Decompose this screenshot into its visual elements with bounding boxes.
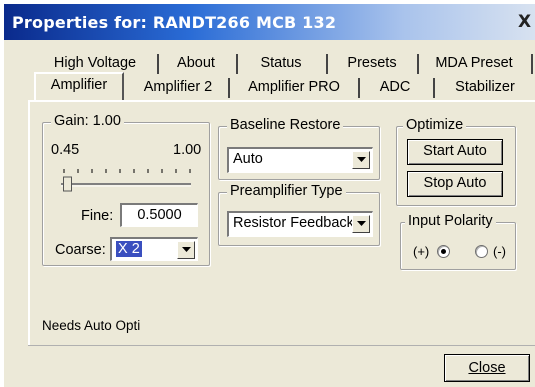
start-auto-button[interactable]: Start Auto (407, 139, 503, 165)
gain-slider[interactable] (57, 169, 197, 193)
close-button-label: Close (468, 360, 506, 376)
tab-amplifier-active[interactable]: Amplifier (34, 72, 124, 100)
tab-amplifier-pro[interactable]: Amplifier PRO (234, 76, 354, 100)
baseline-restore-value: Auto (233, 151, 263, 167)
preamplifier-type-value: Resistor Feedback (233, 215, 354, 231)
baseline-restore-select[interactable]: Auto (227, 147, 373, 173)
coarse-selected-value: X 2 (116, 241, 142, 257)
negative-polarity-label: (-) (493, 244, 506, 259)
baseline-restore-legend: Baseline Restore (227, 116, 344, 134)
optimize-group: Optimize Start Auto Stop Auto (396, 116, 516, 206)
baseline-restore-group: Baseline Restore Auto (218, 116, 380, 180)
chevron-down-icon (182, 247, 191, 252)
chevron-down-icon (357, 221, 366, 226)
window-title: Properties for: RANDT266 MCB 132 (12, 13, 337, 32)
fine-input[interactable]: 0.5000 (120, 203, 198, 227)
positive-polarity-label: (+) (413, 244, 430, 259)
properties-dialog: Properties for: RANDT266 MCB 132 X High … (3, 3, 535, 387)
tab-divider (157, 54, 159, 74)
tab-mda-preset[interactable]: MDA Preset (422, 52, 526, 76)
close-window-icon[interactable]: X (518, 12, 535, 32)
coarse-select[interactable]: X 2 (110, 237, 198, 261)
baseline-restore-dropdown-button[interactable] (352, 151, 370, 169)
tab-status[interactable]: Status (242, 52, 320, 76)
input-polarity-group: Input Polarity (+) (-) (400, 212, 516, 270)
gain-min-label: 0.45 (51, 142, 80, 158)
status-message: Needs Auto Opti (42, 318, 141, 333)
tab-about[interactable]: About (162, 52, 230, 76)
fine-label: Fine: (81, 208, 114, 224)
tab-divider (236, 54, 238, 74)
preamplifier-type-select[interactable]: Resistor Feedback (227, 211, 373, 237)
coarse-label: Coarse: (55, 242, 106, 258)
slider-ticks (63, 169, 191, 173)
gain-legend: Gain: 1.00 (51, 112, 124, 130)
tab-divider (531, 54, 533, 74)
tab-divider (433, 78, 435, 98)
input-polarity-legend: Input Polarity (405, 212, 496, 230)
optimize-legend: Optimize (403, 116, 467, 134)
negative-polarity-radio[interactable] (475, 245, 488, 258)
tab-amplifier: Amplifier (50, 77, 108, 93)
close-button[interactable]: Close (444, 354, 530, 382)
preamplifier-type-group: Preamplifier Type Resistor Feedback (218, 182, 380, 246)
preamplifier-type-legend: Preamplifier Type (227, 182, 346, 200)
tab-divider (228, 78, 230, 98)
tab-amplifier-2[interactable]: Amplifier 2 (132, 76, 224, 100)
gain-max-label: 1.00 (173, 142, 202, 158)
tab-divider (417, 54, 419, 74)
stop-auto-button[interactable]: Stop Auto (407, 171, 503, 197)
chevron-down-icon (357, 157, 366, 162)
positive-polarity-radio[interactable] (437, 245, 450, 258)
gain-group: Gain: 1.00 0.45 1.00 Fine: 0.5000 Coarse… (42, 112, 210, 266)
radio-selected-dot (441, 249, 446, 254)
tab-presets[interactable]: Presets (332, 52, 412, 76)
title-bar[interactable]: Properties for: RANDT266 MCB 132 X (4, 4, 535, 40)
tab-divider (326, 54, 328, 74)
panel-bottom-edge (28, 345, 535, 346)
tab-stabilizer[interactable]: Stabilizer (440, 76, 530, 100)
preamplifier-type-dropdown-button[interactable] (352, 215, 370, 233)
tab-adc[interactable]: ADC (364, 76, 426, 100)
tab-divider (358, 78, 360, 98)
coarse-dropdown-button[interactable] (177, 241, 195, 259)
slider-thumb (63, 176, 72, 192)
